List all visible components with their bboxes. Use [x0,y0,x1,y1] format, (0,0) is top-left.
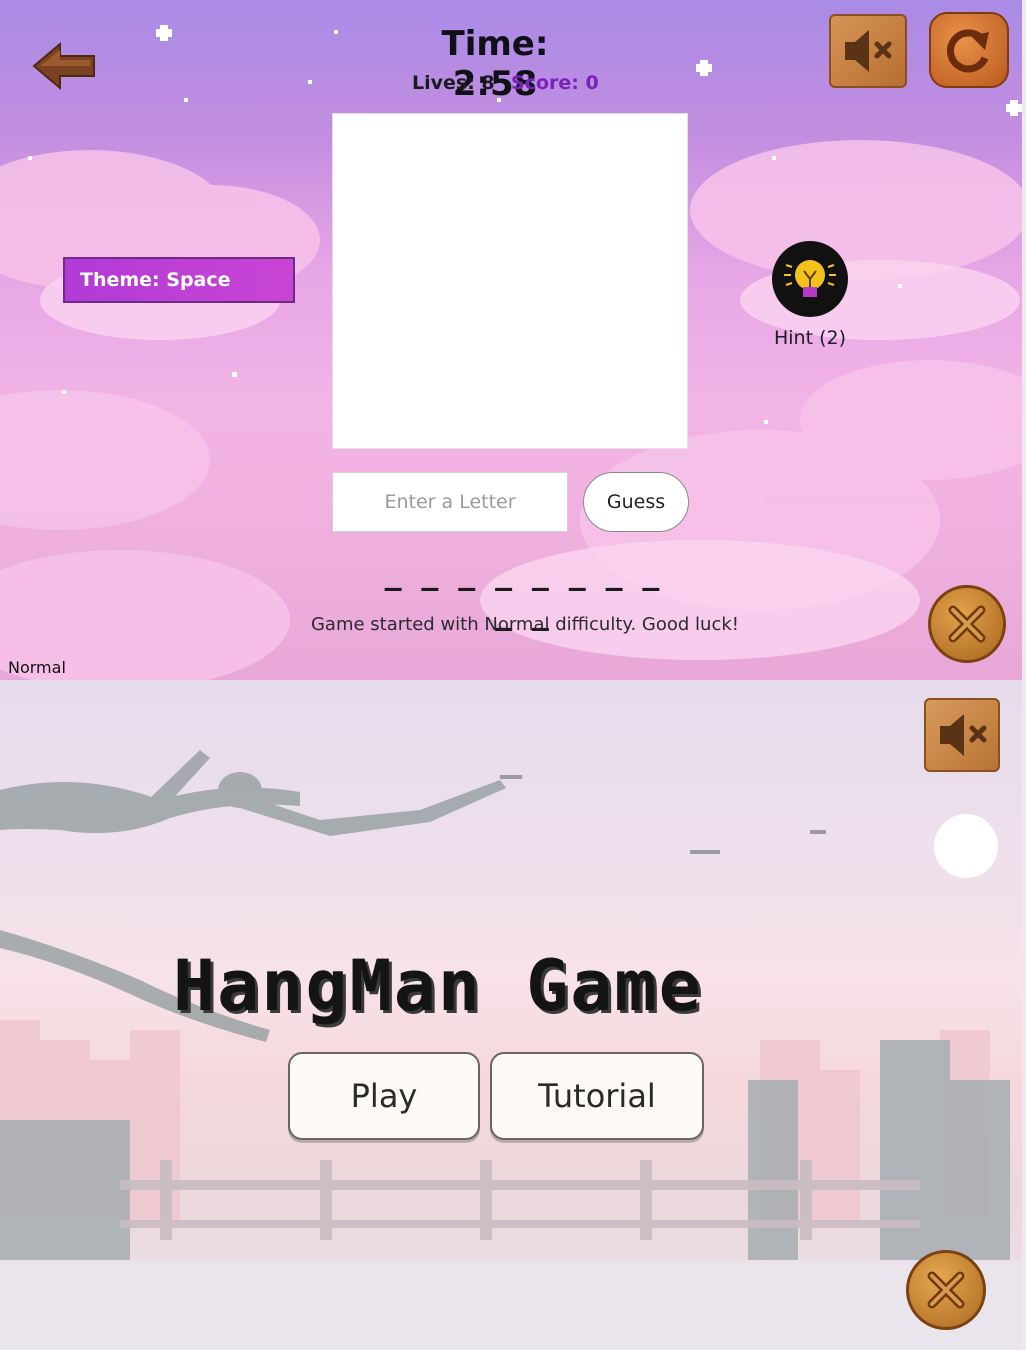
mute-button[interactable] [829,14,907,88]
speaker-mute-icon [845,30,892,72]
tutorial-button[interactable]: Tutorial [490,1052,704,1140]
speaker-mute-icon [940,714,987,756]
restart-icon [946,29,989,73]
guess-button[interactable]: Guess [583,472,689,532]
menu-mute-button[interactable] [924,698,1000,772]
score-counter: Score: 0 [511,72,599,94]
back-arrow-icon [32,41,95,91]
difficulty-label: Normal [8,658,66,677]
game-screen: Time: 2:58 Lives: 8 Score: 0 Theme: Spac… [0,0,1022,680]
hint-label: Hint (2) [773,327,846,349]
lightbulb-icon [784,260,836,297]
close-button[interactable] [928,585,1006,663]
status-message: Game started with Normal difficulty. Goo… [310,614,739,635]
letter-input[interactable] [332,472,568,532]
main-menu-screen: HangMan Game Play Tutorial [0,680,1022,1350]
close-x-icon [927,1271,965,1309]
play-button[interactable]: Play [288,1052,480,1140]
game-title: HangMan Game [173,945,703,1027]
restart-button[interactable] [929,12,1009,88]
hangman-drawing-area [332,113,688,449]
back-button[interactable] [30,38,98,94]
theme-badge: Theme: Space [63,257,295,303]
lives-counter: Lives: 8 [412,72,495,94]
hint-button[interactable] [772,241,848,317]
close-x-icon [948,605,986,643]
menu-close-button[interactable] [906,1250,986,1330]
